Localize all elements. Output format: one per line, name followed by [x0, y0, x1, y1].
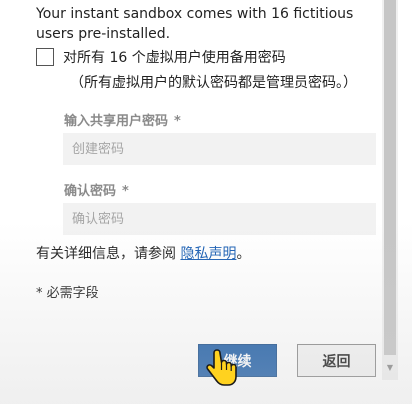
alt-password-checkbox[interactable]: [36, 48, 54, 66]
back-button[interactable]: 返回: [297, 344, 376, 377]
dialog-panel: Your instant sandbox comes with 16 ficti…: [0, 0, 382, 404]
confirm-password-label-text: 确认密码: [64, 184, 117, 199]
shared-password-label-text: 输入共享用户密码: [64, 114, 169, 129]
confirm-password-label: 确认密码 *: [64, 180, 129, 199]
confirm-password-input[interactable]: [63, 203, 376, 235]
shared-password-input[interactable]: [63, 133, 376, 165]
alt-password-checkbox-label[interactable]: 对所有 16 个虚拟用户使用备用密码: [63, 48, 286, 68]
hand-pointer-icon: [206, 349, 237, 386]
scroll-down-arrow-icon[interactable]: ▼: [384, 362, 396, 374]
alt-password-note: （所有虚拟用户的默认密码都是管理员密码。）: [70, 75, 357, 91]
shared-password-label: 输入共享用户密码 *: [64, 110, 181, 129]
required-fields-note: * 必需字段: [36, 286, 99, 301]
privacy-info-suffix: 。: [236, 246, 251, 262]
privacy-statement-link[interactable]: 隐私声明: [180, 246, 236, 262]
privacy-info: 有关详细信息，请参阅 隐私声明。: [36, 243, 250, 263]
intro-text: Your instant sandbox comes with 16 ficti…: [36, 6, 354, 42]
scrollbar-thumb[interactable]: [384, 0, 396, 355]
required-marker: *: [174, 114, 181, 129]
privacy-info-prefix: 有关详细信息，请参阅: [36, 246, 181, 262]
required-marker: *: [122, 184, 129, 199]
